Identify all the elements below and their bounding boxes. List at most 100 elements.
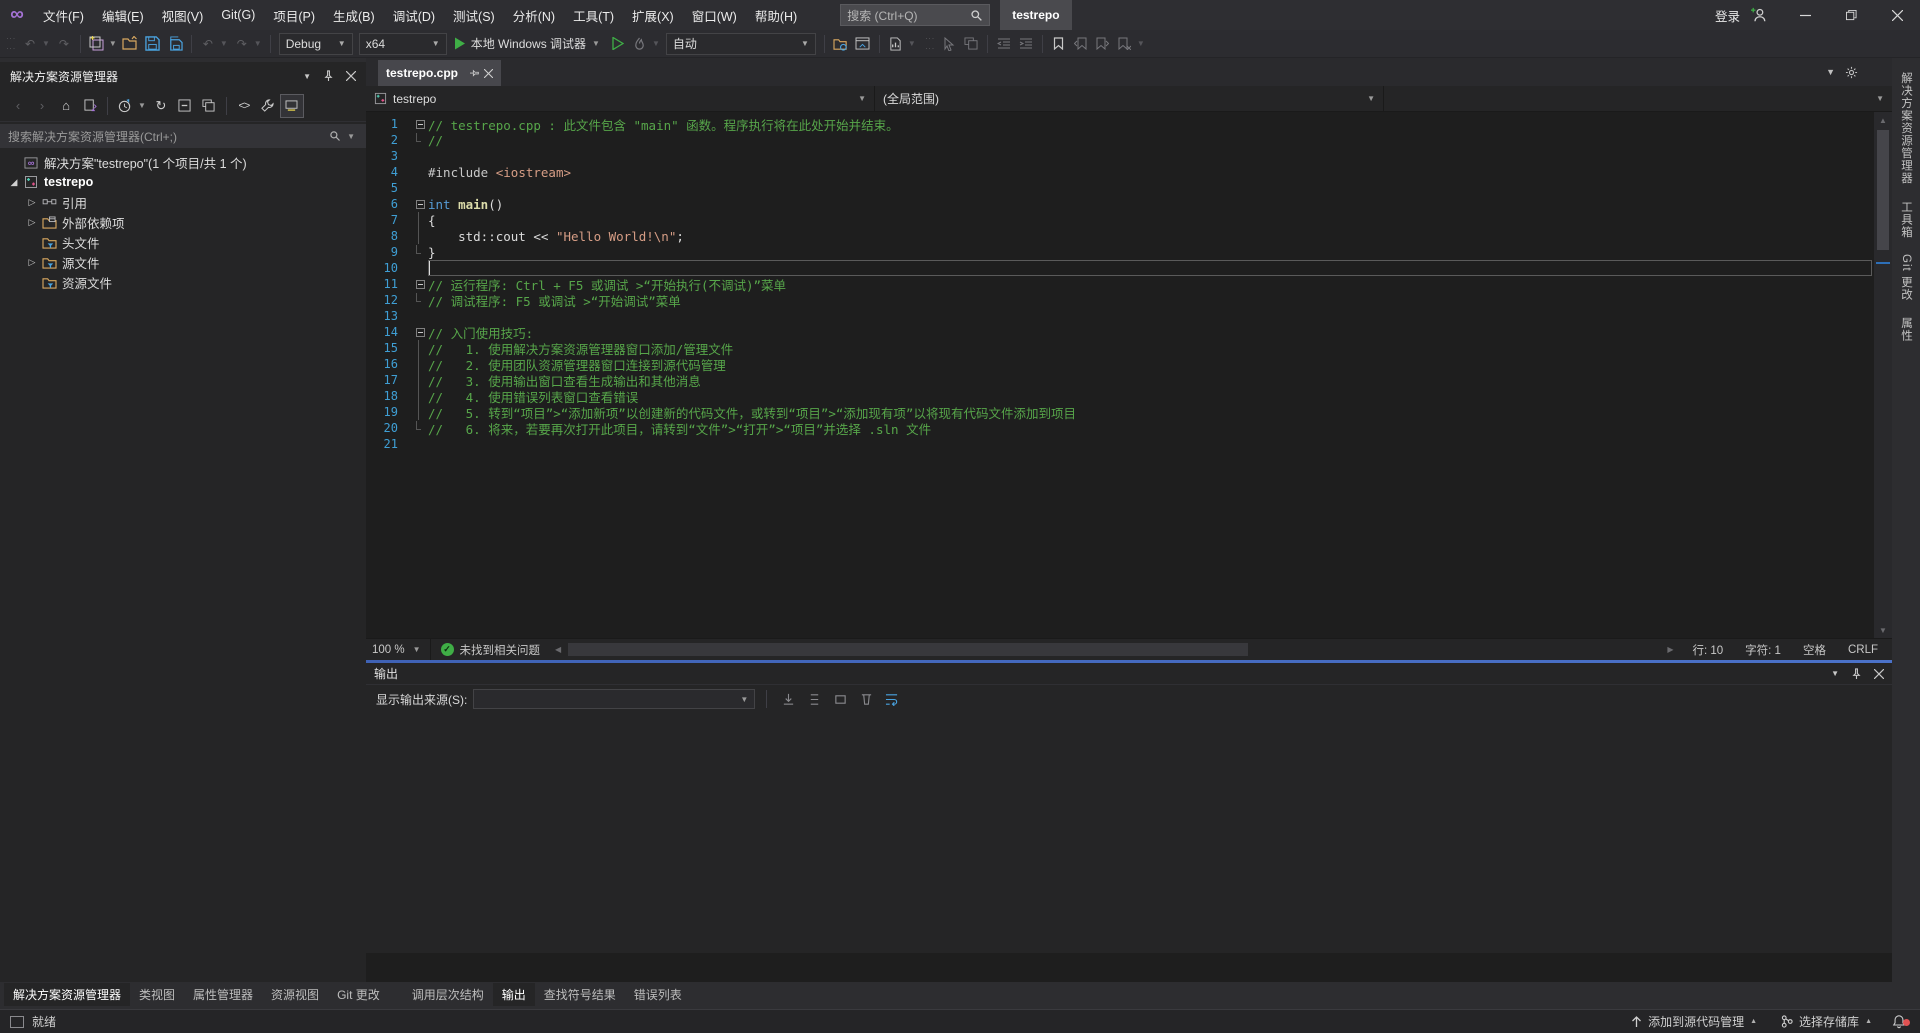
clear-bookmarks-icon[interactable] bbox=[1114, 33, 1136, 55]
caret-column-indicator[interactable]: 字符: 1 bbox=[1745, 642, 1781, 658]
scroll-down-icon[interactable]: ▼ bbox=[1874, 622, 1892, 638]
start-without-debugging-icon[interactable] bbox=[607, 33, 629, 55]
tree-expander-icon[interactable]: ▷ bbox=[24, 197, 40, 208]
tree-item-7[interactable]: 资源文件 bbox=[0, 272, 366, 292]
zoom-combo[interactable]: 100 %▼ bbox=[366, 639, 431, 660]
tree-item-4[interactable]: ▷外部依赖项 bbox=[0, 212, 366, 232]
close-button[interactable] bbox=[1874, 0, 1920, 30]
preview-selected-items-icon[interactable] bbox=[280, 94, 304, 118]
quick-search-box[interactable]: 搜索 (Ctrl+Q) bbox=[840, 4, 990, 26]
selection-cursor-icon[interactable] bbox=[938, 33, 960, 55]
tool-tab-资源视图[interactable]: 资源视图 bbox=[262, 983, 328, 1006]
search-icon[interactable] bbox=[970, 9, 983, 22]
switch-views-icon[interactable] bbox=[78, 94, 102, 118]
next-message-icon[interactable] bbox=[830, 689, 850, 709]
previous-message-icon[interactable] bbox=[804, 689, 824, 709]
search-icon[interactable] bbox=[329, 130, 341, 142]
indentation-indicator[interactable]: 空格 bbox=[1803, 642, 1826, 658]
tool-tab-调用层次结构[interactable]: 调用层次结构 bbox=[403, 983, 493, 1006]
code-line-5[interactable]: 5 bbox=[366, 180, 1872, 196]
project-dropdown[interactable]: testrepo ▼ bbox=[366, 86, 875, 111]
decrease-indent-icon[interactable] bbox=[993, 33, 1015, 55]
code-editor[interactable]: 1// testrepo.cpp : 此文件包含 "main" 函数。程序执行将… bbox=[366, 112, 1892, 638]
active-files-chevron-icon[interactable]: ▼ bbox=[1826, 67, 1835, 77]
code-line-12[interactable]: 12// 调试程序: F5 或调试 >“开始调试”菜单 bbox=[366, 292, 1872, 308]
toolbar-grip[interactable]: ⋮⋮ bbox=[927, 34, 932, 54]
undo-icon[interactable]: ↶ bbox=[197, 33, 219, 55]
tree-item-3[interactable]: ▷引用 bbox=[0, 192, 366, 212]
code-line-2[interactable]: 2// bbox=[366, 132, 1872, 148]
code-line-3[interactable]: 3 bbox=[366, 148, 1872, 164]
menu-7[interactable]: 调试(D) bbox=[384, 0, 444, 30]
fold-collapse-icon[interactable] bbox=[412, 324, 428, 340]
member-dropdown[interactable]: ▼ bbox=[1384, 86, 1892, 111]
menu-1[interactable]: 文件(F) bbox=[34, 0, 93, 30]
vertical-scrollbar[interactable]: ▲ ▼ bbox=[1874, 112, 1892, 638]
code-line-6[interactable]: 6int main() bbox=[366, 196, 1872, 212]
clear-all-icon[interactable] bbox=[856, 689, 876, 709]
sign-in-link[interactable]: 登录 bbox=[1715, 6, 1740, 25]
previous-bookmark-icon[interactable] bbox=[1070, 33, 1092, 55]
tool-tab-属性管理器[interactable]: 属性管理器 bbox=[184, 983, 262, 1006]
pin-icon[interactable] bbox=[323, 70, 334, 82]
autohide-tab-解决方案资源管理器[interactable]: 解决方案资源管理器 bbox=[1898, 72, 1914, 185]
editor-options-gear-icon[interactable] bbox=[1845, 66, 1858, 79]
hot-reload-icon[interactable] bbox=[629, 33, 651, 55]
toggle-bookmark-icon[interactable] bbox=[1048, 33, 1070, 55]
horizontal-scrollbar-thumb[interactable] bbox=[568, 643, 1248, 656]
output-source-combo[interactable]: ▼ bbox=[473, 689, 755, 709]
code-line-13[interactable]: 13 bbox=[366, 308, 1872, 324]
menu-8[interactable]: 测试(S) bbox=[444, 0, 504, 30]
caret-line-indicator[interactable]: 行: 10 bbox=[1692, 642, 1723, 658]
new-project-icon[interactable] bbox=[86, 33, 108, 55]
se-back-icon[interactable]: ‹ bbox=[6, 94, 30, 118]
tool-tab-查找符号结果[interactable]: 查找符号结果 bbox=[535, 983, 625, 1006]
attach-process-icon[interactable] bbox=[960, 33, 982, 55]
hot-reload-mode-combo[interactable]: 自动▼ bbox=[666, 33, 816, 55]
tree-item-1[interactable]: ∞解决方案"testrepo"(1 个项目/共 1 个) bbox=[0, 152, 366, 172]
collapse-all-icon[interactable] bbox=[173, 94, 197, 118]
tree-expander-icon[interactable]: ▷ bbox=[24, 217, 40, 228]
scroll-up-icon[interactable]: ▲ bbox=[1874, 112, 1892, 128]
find-message-icon[interactable] bbox=[778, 689, 798, 709]
fold-collapse-icon[interactable] bbox=[412, 196, 428, 212]
navigate-back-icon[interactable]: ↶ bbox=[19, 33, 41, 55]
toggle-word-wrap-icon[interactable] bbox=[882, 689, 902, 709]
close-panel-icon[interactable] bbox=[1874, 669, 1884, 679]
sync-with-active-document-icon[interactable]: ↻ bbox=[149, 94, 173, 118]
menu-11[interactable]: 扩展(X) bbox=[623, 0, 683, 30]
show-all-files-icon[interactable] bbox=[197, 94, 221, 118]
scope-dropdown[interactable]: (全局范围) ▼ bbox=[875, 86, 1384, 111]
home-icon[interactable]: ⌂ bbox=[54, 94, 78, 118]
code-line-4[interactable]: 4#include <iostream> bbox=[366, 164, 1872, 180]
menu-9[interactable]: 分析(N) bbox=[504, 0, 564, 30]
save-icon[interactable] bbox=[142, 33, 164, 55]
fold-collapse-icon[interactable] bbox=[412, 116, 428, 132]
increase-indent-icon[interactable] bbox=[1015, 33, 1037, 55]
vertical-scrollbar-thumb[interactable] bbox=[1877, 130, 1889, 250]
code-line-1[interactable]: 1// testrepo.cpp : 此文件包含 "main" 函数。程序执行将… bbox=[366, 116, 1872, 132]
select-repository-button[interactable]: 选择存储库 ▲ bbox=[1769, 1010, 1884, 1033]
menu-4[interactable]: Git(G) bbox=[212, 0, 264, 30]
performance-profiler-icon[interactable] bbox=[885, 33, 907, 55]
fold-collapse-icon[interactable] bbox=[412, 276, 428, 292]
tool-tab-Git 更改[interactable]: Git 更改 bbox=[328, 983, 389, 1006]
se-forward-icon[interactable]: › bbox=[30, 94, 54, 118]
document-tab[interactable]: testrepo.cpp bbox=[378, 60, 501, 86]
autohide-tab-Git 更改[interactable]: Git 更改 bbox=[1898, 254, 1914, 301]
tool-tab-输出[interactable]: 输出 bbox=[493, 983, 535, 1006]
pending-changes-filter-icon[interactable] bbox=[113, 94, 137, 118]
restore-button[interactable] bbox=[1828, 0, 1874, 30]
tab-close-icon[interactable] bbox=[484, 69, 493, 78]
autohide-tab-属性[interactable]: 属性 bbox=[1898, 317, 1914, 342]
start-debugging-button[interactable]: 本地 Windows 调试器 ▼ bbox=[450, 33, 607, 55]
code-line-9[interactable]: 9} bbox=[366, 244, 1872, 260]
window-position-chevron-icon[interactable]: ▼ bbox=[303, 72, 311, 81]
output-content[interactable] bbox=[366, 713, 1892, 953]
find-in-files-icon[interactable] bbox=[830, 33, 852, 55]
open-folder-icon[interactable] bbox=[120, 33, 142, 55]
save-all-icon[interactable] bbox=[164, 33, 186, 55]
tool-tab-解决方案资源管理器[interactable]: 解决方案资源管理器 bbox=[4, 983, 130, 1006]
properties-wrench-icon[interactable] bbox=[256, 94, 280, 118]
background-tasks-icon[interactable] bbox=[10, 1016, 24, 1028]
